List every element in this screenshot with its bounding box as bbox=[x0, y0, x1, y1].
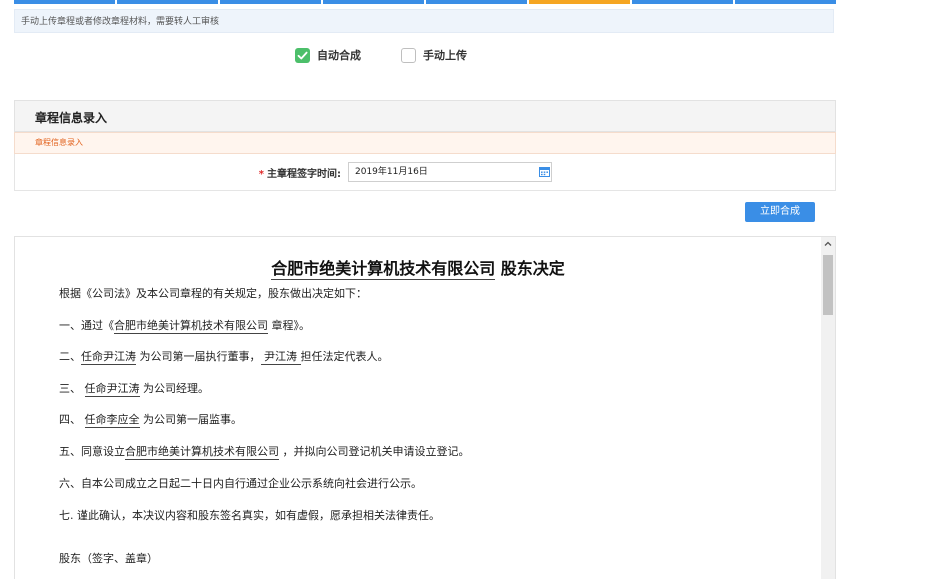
step-8 bbox=[735, 0, 836, 4]
doc-item-4-supervisor: 任命李应全 bbox=[84, 413, 140, 428]
doc-item-2-prefix: 二、 bbox=[59, 350, 81, 363]
compose-now-button[interactable]: 立即合成 bbox=[745, 202, 815, 222]
step-7 bbox=[632, 0, 733, 4]
calendar-icon[interactable] bbox=[539, 166, 550, 177]
check-icon bbox=[297, 51, 308, 59]
document-preview[interactable]: 合肥市绝美计算机技术有限公司 股东决定 根据《公司法》及本公司章程的有关规定，股… bbox=[14, 236, 836, 579]
doc-item-3-manager: 任命尹江涛 bbox=[84, 382, 140, 397]
doc-item-7: 七. 谨此确认，本决议内容和股东签名真实，如有虚假，愿承担相关法律责任。 bbox=[59, 509, 440, 522]
doc-item-5-company: 合肥市绝美计算机技术有限公司 bbox=[125, 445, 279, 460]
doc-intro: 根据《公司法》及本公司章程的有关规定，股东做出决定如下： bbox=[59, 287, 367, 300]
auto-compose-option[interactable]: 自动合成 bbox=[295, 47, 361, 63]
doc-item-1-company: 合肥市绝美计算机技术有限公司 bbox=[114, 319, 268, 334]
step-4 bbox=[323, 0, 424, 4]
compose-mode-options: 自动合成 手动上传 bbox=[0, 47, 941, 67]
doc-item-1-prefix: 一、通过《 bbox=[59, 319, 114, 332]
manual-upload-label: 手动上传 bbox=[423, 49, 467, 62]
document-scrollbar[interactable] bbox=[821, 237, 835, 579]
doc-item-4-suffix: 为公司第一届监事。 bbox=[139, 413, 242, 426]
sign-date-label: * 主章程签字时间: bbox=[259, 165, 341, 180]
panel-subtitle: 章程信息录入 bbox=[14, 132, 836, 154]
doc-signature: 股东（签字、盖章） bbox=[59, 552, 158, 565]
sign-date-row: * 主章程签字时间: 2019年11月16日 bbox=[14, 154, 836, 191]
step-5 bbox=[426, 0, 527, 4]
manual-upload-option[interactable]: 手动上传 bbox=[401, 47, 467, 63]
doc-item-2-rep: 尹江涛 bbox=[260, 350, 301, 365]
manual-upload-checkbox[interactable] bbox=[401, 47, 416, 63]
sign-date-label-text: 主章程签字时间: bbox=[267, 169, 341, 180]
doc-item-5-suffix: ，并拟向公司登记机关申请设立登记。 bbox=[279, 445, 470, 458]
sign-date-input[interactable]: 2019年11月16日 bbox=[348, 162, 552, 182]
auto-compose-label: 自动合成 bbox=[317, 49, 361, 62]
doc-item-2-director: 任命尹江涛 bbox=[81, 350, 136, 365]
doc-item-3-suffix: 为公司经理。 bbox=[139, 382, 209, 395]
title-company: 合肥市绝美计算机技术有限公司 bbox=[271, 259, 496, 280]
progress-steps bbox=[14, 0, 836, 4]
doc-item-3: 三、 任命尹江涛 为公司经理。 bbox=[59, 380, 209, 397]
panel-title: 章程信息录入 bbox=[35, 111, 108, 125]
hint-banner: 手动上传章程或者修改章程材料，需要转人工审核 bbox=[14, 9, 834, 33]
doc-item-4: 四、 任命李应全 为公司第一届监事。 bbox=[59, 411, 242, 428]
doc-item-2-suffix: 担任法定代表人。 bbox=[300, 350, 389, 363]
scrollbar-thumb[interactable] bbox=[823, 255, 833, 315]
doc-item-2-mid: 为公司第一届执行董事， bbox=[136, 350, 261, 363]
doc-item-4-prefix: 四、 bbox=[59, 413, 85, 426]
doc-item-5: 五、同意设立合肥市绝美计算机技术有限公司 ，并拟向公司登记机关申请设立登记。 bbox=[59, 443, 470, 460]
doc-item-1: 一、通过《合肥市绝美计算机技术有限公司 章程》。 bbox=[59, 317, 310, 334]
doc-item-1-suffix: 章程》。 bbox=[268, 319, 310, 332]
scroll-up-icon[interactable] bbox=[821, 237, 835, 251]
doc-item-6: 六、自本公司成立之日起二十日内自行通过企业公示系统向社会进行公示。 bbox=[59, 477, 422, 490]
doc-item-3-prefix: 三、 bbox=[59, 382, 85, 395]
document-title: 合肥市绝美计算机技术有限公司 股东决定 bbox=[15, 255, 821, 280]
step-2 bbox=[117, 0, 218, 4]
doc-item-2: 二、任命尹江涛 为公司第一届执行董事， 尹江涛 担任法定代表人。 bbox=[59, 348, 389, 365]
step-1 bbox=[14, 0, 115, 4]
step-6-current bbox=[529, 0, 630, 4]
charter-info-panel-header: 章程信息录入 bbox=[14, 100, 836, 132]
required-mark: * bbox=[258, 169, 264, 180]
auto-compose-checkbox[interactable] bbox=[295, 47, 310, 63]
document-content: 合肥市绝美计算机技术有限公司 股东决定 根据《公司法》及本公司章程的有关规定，股… bbox=[15, 237, 821, 579]
title-suffix: 股东决定 bbox=[495, 259, 565, 278]
doc-item-5-prefix: 五、同意设立 bbox=[59, 445, 125, 458]
step-3 bbox=[220, 0, 321, 4]
